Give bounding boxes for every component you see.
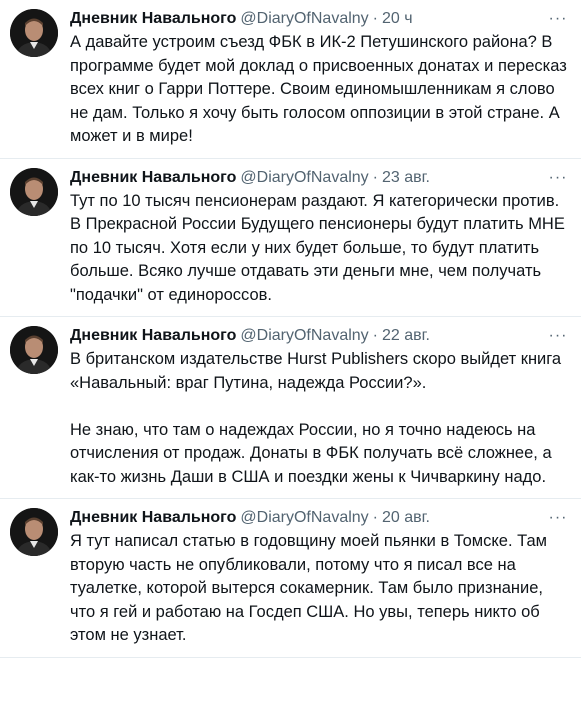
separator-dot: ·: [372, 10, 378, 27]
display-name[interactable]: Дневник Навального: [70, 167, 236, 189]
more-options-icon[interactable]: ···: [547, 8, 569, 30]
separator-dot: ·: [372, 168, 378, 186]
display-name[interactable]: Дневник Навального: [70, 507, 236, 529]
timestamp[interactable]: 20 авг.: [382, 507, 430, 529]
display-name[interactable]: Дневник Навального: [70, 325, 236, 347]
separator-dot: ·: [372, 509, 378, 526]
user-handle[interactable]: @DiaryOfNavalny: [240, 507, 368, 529]
tweet[interactable]: Дневник Навального @DiaryOfNavalny · 20 …: [0, 499, 581, 658]
avatar[interactable]: [10, 167, 58, 216]
tweet[interactable]: Дневник Навального @DiaryOfNavalny · 20 …: [0, 0, 581, 159]
more-options-icon[interactable]: ···: [547, 507, 569, 529]
user-handle[interactable]: @DiaryOfNavalny: [240, 167, 368, 189]
user-handle[interactable]: @DiaryOfNavalny: [240, 8, 368, 30]
tweet[interactable]: Дневник Навального @DiaryOfNavalny · 23 …: [0, 159, 581, 317]
avatar[interactable]: [10, 9, 58, 57]
separator-dot: ·: [372, 327, 378, 344]
tweet-text: Я тут написал статью в годовщину моей пь…: [70, 532, 552, 644]
display-name[interactable]: Дневник Навального: [70, 8, 236, 30]
avatar[interactable]: [10, 508, 58, 556]
tweet-feed: Дневник Навального @DiaryOfNavalny · 20 …: [0, 0, 581, 658]
timestamp[interactable]: 23 авг.: [382, 167, 430, 189]
tweet-text: А давайте устроим съезд ФБК в ИК-2 Петуш…: [70, 33, 572, 145]
timestamp[interactable]: 20 ч: [382, 8, 413, 30]
user-handle[interactable]: @DiaryOfNavalny: [240, 325, 368, 347]
tweet-text: В британском издательстве Hurst Publishe…: [70, 350, 562, 486]
tweet-text: Тут по 10 тысяч пенсионерам раздают. Я к…: [70, 191, 570, 304]
avatar[interactable]: [10, 326, 58, 374]
tweet[interactable]: Дневник Навального @DiaryOfNavalny · 22 …: [0, 317, 581, 499]
more-options-icon[interactable]: ···: [547, 325, 569, 347]
timestamp[interactable]: 22 авг.: [382, 325, 430, 347]
more-options-icon[interactable]: ···: [547, 167, 569, 189]
